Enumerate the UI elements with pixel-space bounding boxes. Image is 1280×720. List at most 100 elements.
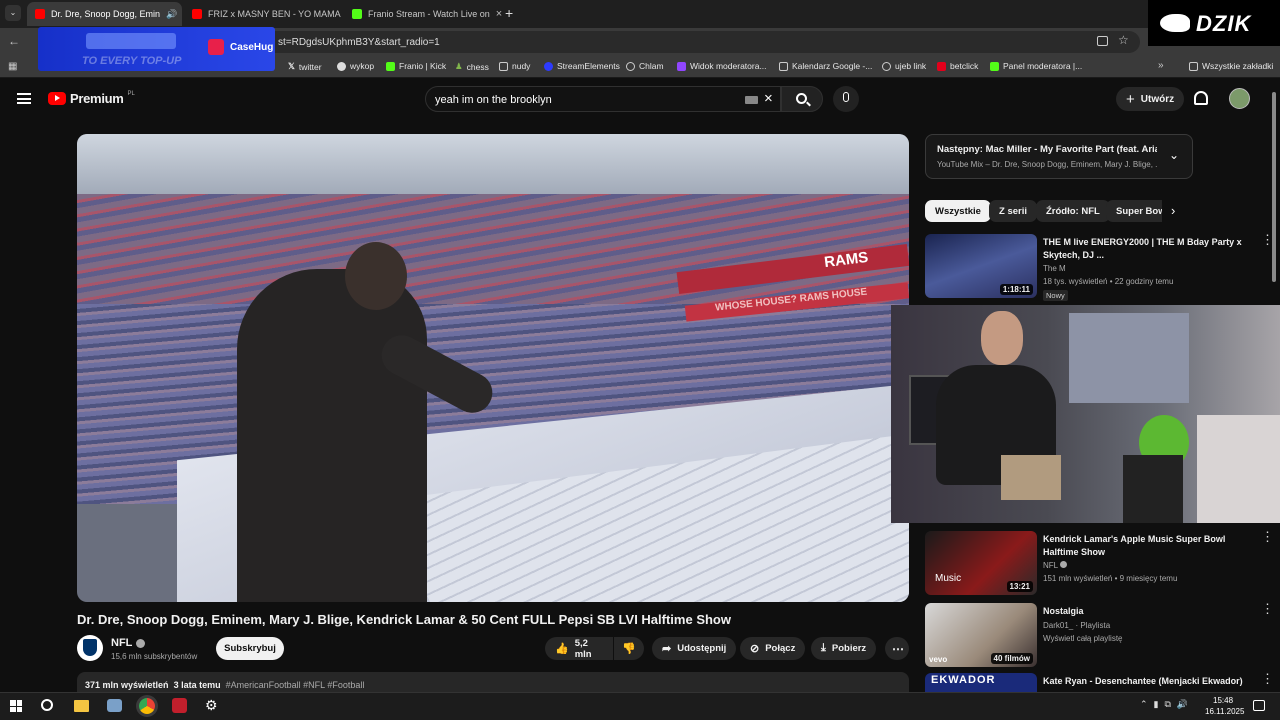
app-icon[interactable] bbox=[107, 699, 122, 712]
dzik-wordmark: DZIK bbox=[1196, 11, 1252, 36]
speaker-icon[interactable]: 🔊 bbox=[166, 9, 177, 20]
chip-all[interactable]: Wszystkie bbox=[925, 200, 991, 222]
back-icon[interactable]: ← bbox=[8, 34, 20, 48]
bookmark-streamelements[interactable]: StreamElements bbox=[544, 61, 620, 71]
bookmark-chlam[interactable]: Chlam bbox=[626, 61, 664, 71]
taskbar-search-icon[interactable] bbox=[41, 699, 53, 711]
create-button[interactable]: + Utwórz bbox=[1116, 87, 1185, 111]
dislike-button[interactable]: 👎 bbox=[614, 637, 644, 660]
file-explorer-icon[interactable] bbox=[74, 700, 89, 712]
video-player[interactable]: RAMS WHOSE HOUSE? RAMS HOUSE bbox=[77, 134, 909, 602]
chips-next-icon[interactable]: › bbox=[1171, 203, 1175, 218]
channel-avatar[interactable] bbox=[77, 635, 103, 661]
menu-icon[interactable] bbox=[17, 93, 31, 104]
channel-name[interactable]: Dark01_ · Playlista bbox=[1043, 621, 1110, 630]
bookmark-ujeb-link[interactable]: ujeb link bbox=[882, 61, 926, 71]
more-options-icon[interactable]: ⋮ bbox=[1261, 602, 1274, 619]
video-thumbnail[interactable]: EKWADOR bbox=[925, 673, 1037, 692]
casehug-ad-overlay: CaseHug TO EVERY TOP-UP bbox=[38, 27, 275, 71]
install-app-icon[interactable] bbox=[1097, 36, 1108, 46]
share-button[interactable]: ➦ Udostępnij bbox=[652, 637, 737, 660]
recommended-video-1[interactable]: 1:18:11 THE M live ENERGY2000 | THE M Bd… bbox=[925, 233, 1274, 301]
more-options-icon[interactable]: ⋮ bbox=[1261, 673, 1273, 689]
chip-series[interactable]: Z serii bbox=[989, 200, 1037, 222]
verified-icon bbox=[136, 638, 146, 648]
chip-source-nfl[interactable]: Źródło: NFL bbox=[1036, 200, 1110, 222]
hashtags[interactable]: #AmericanFootball #NFL #Football bbox=[226, 680, 365, 690]
bookmark-panel-moderatora[interactable]: Panel moderatora |... bbox=[990, 61, 1082, 71]
chrome-icon[interactable] bbox=[139, 698, 155, 714]
bookmark-franio-kick[interactable]: Franio | Kick bbox=[386, 61, 446, 71]
tab-youtube-current[interactable]: Dr. Dre, Snoop Dogg, Emin 🔊 × bbox=[27, 2, 182, 26]
download-icon: ⤓ bbox=[821, 642, 826, 654]
settings-gear-icon[interactable]: ⚙ bbox=[205, 697, 221, 713]
search-button[interactable] bbox=[781, 86, 823, 112]
system-tray-icons[interactable]: ⌃▮⧉🔊 bbox=[1140, 699, 1194, 710]
recommended-playlist[interactable]: vevo 40 filmów Nostalgia Dark01_ · Playl… bbox=[925, 602, 1274, 667]
new-badge: Nowy bbox=[1043, 290, 1068, 301]
start-windows-icon[interactable] bbox=[10, 700, 22, 712]
youtube-logo[interactable]: Premium PL bbox=[48, 91, 135, 106]
tab-kick-franio[interactable]: Franio Stream - Watch Live on × bbox=[344, 2, 502, 26]
clock-time[interactable]: 15:48 bbox=[1213, 696, 1233, 705]
new-tab-button[interactable]: + bbox=[505, 5, 513, 21]
wykop-icon bbox=[337, 61, 346, 71]
recommended-video-4[interactable]: EKWADOR Kate Ryan - Desenchantee (Menjac… bbox=[925, 673, 1273, 692]
streamer-webcam-overlay bbox=[891, 305, 1280, 523]
download-button[interactable]: ⤓ Pobierz bbox=[811, 637, 877, 660]
mix-queue-panel[interactable]: Następny: Mac Miller - My Favorite Part … bbox=[925, 134, 1193, 179]
search-input[interactable]: yeah im on the brooklyn bbox=[425, 86, 781, 112]
bookmark-widok-moderatora[interactable]: Widok moderatora... bbox=[677, 61, 767, 71]
apps-grid-icon[interactable]: ▦ bbox=[8, 61, 17, 72]
bookmark-betclick[interactable]: betclick bbox=[937, 61, 978, 71]
voice-search-button[interactable] bbox=[833, 86, 859, 112]
video-thumbnail[interactable]: Music 13:21 bbox=[925, 531, 1037, 595]
keyboard-icon[interactable] bbox=[745, 96, 758, 104]
bookmark-twitter[interactable]: 𝕏twitter bbox=[288, 61, 322, 72]
more-options-icon[interactable]: ⋮ bbox=[1261, 233, 1274, 250]
tab-list-button[interactable]: ⌄ bbox=[5, 5, 21, 21]
tab-label: Franio Stream - Watch Live on bbox=[368, 9, 490, 19]
app-red-icon[interactable] bbox=[172, 698, 187, 713]
clock-date[interactable]: 16.11.2025 bbox=[1205, 707, 1244, 716]
clear-search-icon[interactable]: × bbox=[764, 90, 773, 107]
kick-icon bbox=[386, 61, 395, 71]
bookmark-label: Franio | Kick bbox=[399, 61, 447, 71]
channel-name[interactable]: NFL bbox=[1043, 561, 1068, 570]
notification-center-icon[interactable] bbox=[1253, 700, 1265, 711]
subscribe-button[interactable]: Subskrybuj bbox=[216, 637, 284, 660]
all-bookmarks[interactable]: Wszystkie zakładki bbox=[1189, 61, 1273, 71]
bookmark-nudy[interactable]: nudy bbox=[499, 61, 530, 71]
video-duration: 13:21 bbox=[1006, 581, 1033, 592]
twitch-icon bbox=[677, 61, 686, 71]
kick-favicon bbox=[352, 9, 362, 19]
thumbs-up-icon: 👍 bbox=[555, 643, 569, 655]
bookmark-chess[interactable]: ♟ chess bbox=[455, 61, 489, 72]
connect-label: Połącz bbox=[765, 643, 796, 654]
create-label: Utwórz bbox=[1140, 93, 1175, 105]
close-tab-icon[interactable]: × bbox=[496, 8, 502, 20]
bookmark-label: Panel moderatora |... bbox=[1003, 61, 1083, 71]
channel-name[interactable]: NFL bbox=[111, 637, 146, 649]
bookmark-wykop[interactable]: wykop bbox=[337, 61, 374, 71]
more-options-icon[interactable]: ⋮ bbox=[1261, 530, 1274, 547]
playlist-thumbnail[interactable]: vevo 40 filmów bbox=[925, 603, 1037, 667]
avatar[interactable] bbox=[1229, 88, 1250, 109]
notifications-bell-icon[interactable] bbox=[1194, 91, 1208, 105]
bookmark-star-icon[interactable]: ☆ bbox=[1118, 33, 1129, 47]
nfl-shield-icon bbox=[83, 639, 97, 656]
channel-name[interactable]: The M bbox=[1043, 264, 1066, 273]
tab-youtube-friz[interactable]: FRIZ x MASNY BEN - YO MAMA × bbox=[184, 2, 342, 26]
more-bookmarks-icon[interactable]: » bbox=[1158, 60, 1164, 71]
recommended-video-2[interactable]: Music 13:21 Kendrick Lamar's Apple Music… bbox=[925, 530, 1274, 595]
video-thumbnail[interactable]: 1:18:11 bbox=[925, 234, 1037, 298]
channel-label: NFL bbox=[111, 637, 133, 649]
video-meta: 151 mln wyświetleń • 9 miesięcy temu bbox=[1043, 574, 1178, 583]
like-button[interactable]: 👍 5,2 mln bbox=[545, 637, 613, 660]
bookmark-kalendarz[interactable]: Kalendarz Google -... bbox=[779, 61, 872, 71]
view-playlist-link[interactable]: Wyświetl całą playlistę bbox=[1043, 634, 1123, 643]
chevron-down-icon[interactable]: ⌄ bbox=[1169, 148, 1179, 162]
connect-button[interactable]: ⊘ Połącz bbox=[740, 637, 806, 660]
chip-super-bowl[interactable]: Super Bow bbox=[1106, 200, 1162, 222]
more-actions-button[interactable]: ⋯ bbox=[885, 637, 909, 660]
